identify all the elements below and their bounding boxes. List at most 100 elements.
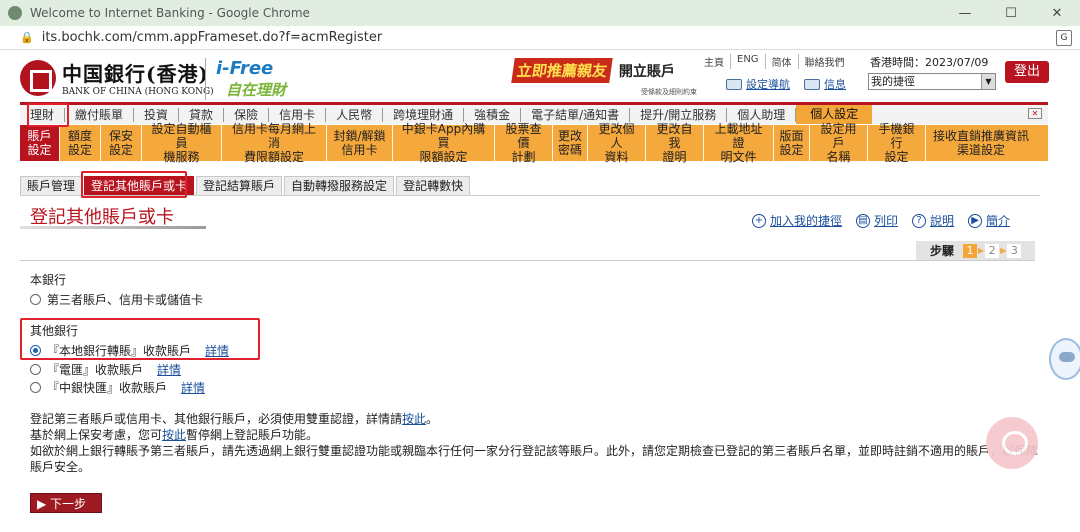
- browser-title-bar: Welcome to Internet Banking - Google Chr…: [0, 0, 1080, 26]
- submenu-security-settings[interactable]: 保安 設定: [101, 125, 142, 161]
- radio-telegraphic[interactable]: [30, 364, 41, 375]
- option-telegraphic[interactable]: 『電匯』收款賬戶 詳情: [30, 361, 181, 378]
- menu-item-credit-card[interactable]: 信用卡: [269, 107, 327, 122]
- menu-item-mpf[interactable]: 強積金: [464, 107, 522, 122]
- tab-account-management[interactable]: 賬戶管理: [20, 176, 83, 196]
- submenu-account-settings[interactable]: 賬戶 設定: [20, 125, 60, 161]
- navigation-icon: [726, 78, 742, 90]
- submenu-layout-settings[interactable]: 版面 設定: [774, 125, 810, 161]
- submenu-app-purchase-limit[interactable]: 中銀卡App內購買 限額設定: [393, 122, 495, 164]
- help-icon: ?: [912, 213, 927, 228]
- radio-boc-fast[interactable]: [30, 382, 41, 393]
- play-arrow-icon: ▶: [37, 497, 51, 511]
- translate-icon[interactable]: G: [1056, 30, 1072, 46]
- shortcut-select[interactable]: 我的捷徑 ▼: [868, 73, 996, 90]
- step-2: 2: [985, 243, 1000, 258]
- section-own-bank: 本銀行: [30, 273, 67, 287]
- bank-name-cn: 中国銀行(香港): [62, 62, 209, 86]
- assistant-float-icon[interactable]: [1049, 338, 1080, 380]
- minimize-icon[interactable]: —: [942, 0, 988, 26]
- submenu-mobile-banking[interactable]: 手機銀行 設定: [868, 122, 926, 164]
- submenu-change-password[interactable]: 更改 密碼: [553, 125, 588, 161]
- add-shortcut-link[interactable]: 加入我的捷徑: [770, 212, 842, 229]
- details-link-boc-fast[interactable]: 詳情: [181, 379, 205, 396]
- menu-item-upgrade[interactable]: 提升/開立服務: [630, 107, 728, 122]
- tab-auto-transfer[interactable]: 自動轉撥服務設定: [284, 176, 395, 196]
- header-link-row: 設定導航 信息: [726, 76, 860, 92]
- menu-item-cross-boundary[interactable]: 跨境理財通: [383, 107, 465, 122]
- eng-link[interactable]: ENG: [730, 54, 765, 69]
- url-text[interactable]: its.bochk.com/cmm.appFrameset.do?f=acmRe…: [42, 30, 382, 45]
- menu-item-loan[interactable]: 貸款: [179, 107, 225, 122]
- promo-banner[interactable]: 立即推薦親友 開立賬戶 受條款及細則約束: [511, 58, 697, 97]
- highlight-box-tab: [81, 171, 187, 198]
- submenu-block-card[interactable]: 封鎖/解鎖 信用卡: [327, 125, 393, 161]
- submenu-marketing-channel[interactable]: 接收直銷推廣資訊 渠道設定: [926, 125, 1036, 161]
- highlight-box-wealth: [27, 103, 69, 127]
- window-title: Welcome to Internet Banking - Google Chr…: [30, 6, 310, 20]
- print-icon: ▤: [856, 213, 871, 228]
- home-link[interactable]: 主頁: [698, 54, 730, 69]
- address-bar[interactable]: 🔒 its.bochk.com/cmm.appFrameset.do?f=acm…: [0, 26, 1080, 50]
- boc-logo[interactable]: 中国銀行(香港) BANK OF CHINA (HONG KONG): [20, 58, 214, 97]
- submenu-change-self-cert[interactable]: 更改自我 證明: [646, 122, 704, 164]
- step-divider: [20, 260, 1035, 261]
- submenu-change-personal-info[interactable]: 更改個人 資料: [588, 122, 646, 164]
- menu-item-assistant[interactable]: 個人助理: [727, 107, 797, 122]
- notes-text: 登記第三者賬戶或信用卡、其他銀行賬戶，必須使用雙重認證，詳情請按此。 基於網上保…: [30, 412, 1039, 474]
- next-button[interactable]: ▶ 下一步: [30, 493, 102, 513]
- highlight-box-options: [20, 318, 260, 360]
- details-link-telegraphic[interactable]: 詳情: [157, 361, 181, 378]
- logout-button[interactable]: 登出: [1005, 61, 1049, 83]
- step-indicator: 步驟 1 ▶ 2 ▶ 3: [916, 241, 1035, 260]
- page-actions: + 加入我的捷徑 ▤ 列印 ? 說明 ▶ 簡介: [752, 212, 1024, 229]
- bank-header: 中国銀行(香港) BANK OF CHINA (HONG KONG) i-Fre…: [0, 50, 1080, 102]
- step-3: 3: [1007, 243, 1022, 258]
- notes-link-2[interactable]: 按此: [162, 428, 186, 442]
- option-third-party[interactable]: 第三者賬戶、信用卡或儲值卡: [30, 291, 203, 308]
- print-link[interactable]: 列印: [874, 212, 898, 229]
- title-underline: [20, 226, 206, 229]
- menu-item-rmb[interactable]: 人民幣: [326, 107, 384, 122]
- submenu-card-spending-limit[interactable]: 信用卡每月網上消 費限額設定: [222, 122, 327, 164]
- demo-icon: ▶: [968, 213, 983, 228]
- submenu-limit-settings[interactable]: 額度 設定: [60, 125, 101, 161]
- tab-register-fps[interactable]: 登記轉數快: [396, 176, 471, 196]
- submenu-atm-service[interactable]: 設定自動櫃員 機服務: [142, 122, 222, 164]
- hk-time: 香港時間：2023/07/09: [870, 56, 989, 69]
- main-menu: 理財 繳付賬單 投資 貸款 保險 信用卡 人民幣 跨境理財通 強積金 電子結單/…: [20, 102, 1048, 124]
- step-1: 1: [963, 243, 978, 258]
- bank-name-en: BANK OF CHINA (HONG KONG): [62, 87, 214, 97]
- contact-link[interactable]: 聯絡我們: [797, 54, 851, 69]
- close-window-icon[interactable]: ✕: [1034, 0, 1080, 26]
- close-menu-icon[interactable]: ✕: [1028, 108, 1042, 119]
- menu-item-investment[interactable]: 投資: [134, 107, 180, 122]
- help-link[interactable]: 說明: [930, 212, 954, 229]
- mail-icon: [804, 78, 820, 90]
- menu-item-estatement[interactable]: 電子結單/通知書: [521, 107, 631, 122]
- option-boc-fast[interactable]: 『中銀快匯』收款賬戶 詳情: [30, 379, 205, 396]
- sub-menu: 賬戶 設定 額度 設定 保安 設定 設定自動櫃員 機服務 信用卡每月網上消 費限額設定 封…: [20, 122, 1048, 164]
- menu-item-bill-payment[interactable]: 繳付賬單: [65, 107, 135, 122]
- step-label: 步驟: [930, 244, 955, 258]
- chat-float-icon[interactable]: [986, 417, 1038, 469]
- radio-third-party[interactable]: [30, 294, 41, 305]
- submenu-username-settings[interactable]: 設定用戶 名稱: [810, 122, 868, 164]
- boc-logo-icon: [20, 59, 56, 96]
- chevron-down-icon: ▼: [981, 74, 995, 89]
- submenu-upload-address[interactable]: 上載地址證 明文件: [704, 122, 774, 164]
- demo-link[interactable]: 簡介: [986, 212, 1010, 229]
- chrome-icon: [8, 6, 22, 20]
- notes-link-1[interactable]: 按此: [402, 412, 426, 426]
- step-arrow-icon: ▶: [1000, 246, 1007, 255]
- setting-nav-link[interactable]: 設定導航: [746, 76, 790, 92]
- simplified-link[interactable]: 简体: [764, 54, 798, 69]
- top-links: 主頁 ENG 简体 聯絡我們: [698, 54, 851, 69]
- window-controls: — ☐ ✕: [942, 0, 1080, 26]
- maximize-icon[interactable]: ☐: [988, 0, 1034, 26]
- lock-icon[interactable]: 🔒: [20, 31, 34, 44]
- menu-item-insurance[interactable]: 保險: [224, 107, 270, 122]
- submenu-stock-quote[interactable]: 股票查價 計劃: [495, 122, 553, 164]
- messages-link[interactable]: 信息: [824, 76, 846, 92]
- tab-register-settlement[interactable]: 登記結算賬戶: [196, 176, 283, 196]
